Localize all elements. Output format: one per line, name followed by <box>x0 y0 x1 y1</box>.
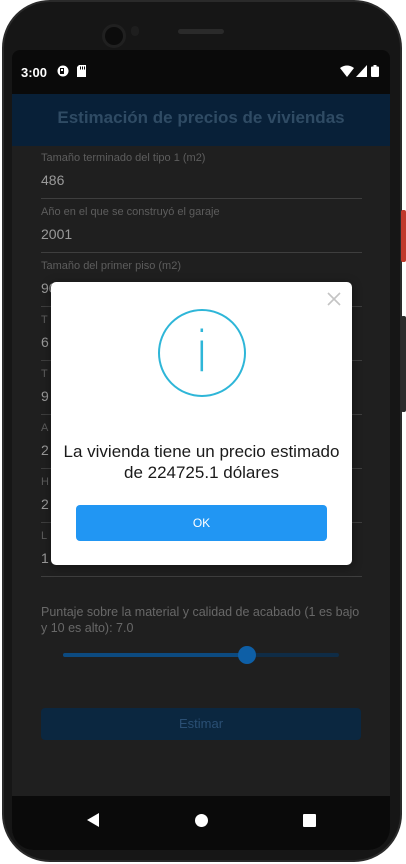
front-camera <box>102 24 126 48</box>
home-icon[interactable] <box>195 814 208 827</box>
field-label: H <box>41 476 49 488</box>
status-time: 3:00 <box>21 65 48 80</box>
slider-fill <box>63 653 247 657</box>
ok-button[interactable]: OK <box>76 505 327 541</box>
estimate-button[interactable]: Estimar <box>41 708 361 740</box>
navigation-bar <box>12 796 390 850</box>
field-tamano-terminado[interactable]: Tamaño terminado del tipo 1 (m2) 486 <box>41 146 362 199</box>
close-icon[interactable] <box>325 290 343 308</box>
notification-icon <box>57 65 69 77</box>
quality-slider[interactable] <box>63 646 339 664</box>
signal-icon <box>356 65 367 77</box>
back-icon[interactable] <box>87 813 99 827</box>
power-button <box>401 210 406 262</box>
quality-slider-label: Puntaje sobre la material y calidad de a… <box>41 605 360 635</box>
field-label: Año en el que se construyó el garaje <box>41 206 220 218</box>
field-value: 9 <box>41 388 49 404</box>
app-bar: Estimación de precios de viviendas <box>12 94 390 146</box>
field-label: Tamaño del primer piso (m2) <box>41 260 181 272</box>
field-ano-garaje[interactable]: Año en el que se construyó el garaje 200… <box>41 200 362 253</box>
field-value: 2001 <box>41 226 73 242</box>
dialog-message: La vivienda tiene un precio estimado de … <box>63 442 340 482</box>
sensor <box>131 26 139 36</box>
field-value: 2 <box>41 442 49 458</box>
field-value: 2 <box>41 496 49 512</box>
field-label: T <box>41 314 48 326</box>
phone-frame: 3:00 Estimación de precios de viviendas … <box>0 0 406 864</box>
field-value: 486 <box>41 172 65 188</box>
status-bar: 3:00 <box>12 50 390 94</box>
battery-icon <box>371 65 379 77</box>
field-label: Tamaño terminado del tipo 1 (m2) <box>41 152 206 164</box>
volume-button <box>401 316 406 412</box>
field-value: 6 <box>41 334 49 350</box>
earpiece-speaker <box>178 29 224 34</box>
app-title: Estimación de precios de viviendas <box>57 108 345 127</box>
field-value: 1 <box>41 550 49 566</box>
field-label: T <box>41 368 48 380</box>
slider-thumb[interactable] <box>238 646 256 664</box>
sd-card-icon <box>77 65 86 77</box>
result-dialog: i La vivienda tiene un precio estimado d… <box>51 282 352 565</box>
wifi-icon <box>340 65 354 77</box>
recents-icon[interactable] <box>303 814 316 827</box>
info-icon: i <box>158 309 246 397</box>
field-label: A <box>41 422 49 434</box>
field-label: L <box>41 530 48 542</box>
